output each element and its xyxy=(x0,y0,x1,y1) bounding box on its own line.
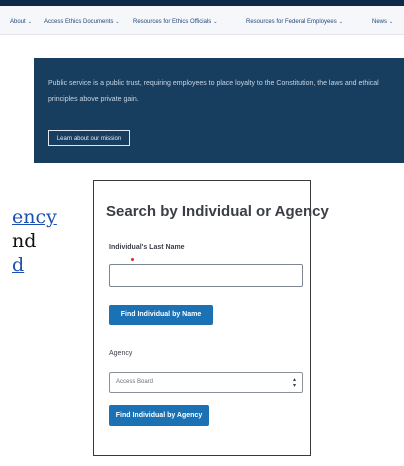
last-name-label: Individual's Last Name xyxy=(109,244,185,251)
nav-item-news[interactable]: News ⌄ xyxy=(372,19,393,25)
hero-banner: Public service is a public trust, requir… xyxy=(34,58,404,163)
nav-item-label: Resources for Ethics Officials xyxy=(133,19,212,25)
side-link-agency[interactable]: ency xyxy=(12,205,57,229)
agency-label: Agency xyxy=(109,350,132,357)
nav-item-resources-ethics-officials[interactable]: Resources for Ethics Officials ⌄ xyxy=(133,19,217,25)
nav-item-label: Resources for Federal Employees xyxy=(246,19,337,25)
learn-mission-button[interactable]: Learn about our mission xyxy=(48,130,130,146)
nav-item-access-ethics-documents[interactable]: Access Ethics Documents ⌄ xyxy=(44,19,120,25)
nav-item-label: About xyxy=(10,19,26,25)
oge-website-screenshot: About ⌄ Access Ethics Documents ⌄ Resource… xyxy=(0,0,404,163)
last-name-input[interactable] xyxy=(109,264,303,287)
hero-text: Public service is a public trust, requir… xyxy=(48,80,379,103)
side-text-and: nd xyxy=(12,230,37,252)
nav-item-label: News xyxy=(372,19,388,25)
select-arrows-icon: ▴ ▾ xyxy=(292,377,296,389)
find-by-agency-button[interactable]: Find Individual by Agency xyxy=(109,405,209,426)
card-title: Search by Individual or Agency xyxy=(106,203,329,220)
chevron-down-icon: ⌄ xyxy=(389,19,394,25)
side-link-partial[interactable]: d xyxy=(12,253,24,277)
chevron-down-icon: ⌄ xyxy=(338,19,343,25)
agency-select[interactable]: Access Board ▴ ▾ xyxy=(109,372,303,393)
nav-item-resources-federal-employees[interactable]: Resources for Federal Employees ⌄ xyxy=(246,19,343,25)
agency-selected-value: Access Board xyxy=(116,379,154,385)
partial-body-text: ency nd d xyxy=(0,205,90,305)
agency-label-text: Agency xyxy=(109,350,133,357)
chevron-down-icon: ⌄ xyxy=(27,19,32,25)
chevron-down-icon: ⌄ xyxy=(213,19,218,25)
nav-item-label: Access Ethics Documents xyxy=(44,19,114,25)
main-nav: About ⌄ Access Ethics Documents ⌄ Resource… xyxy=(0,6,404,35)
chevron-down-icon: ⌄ xyxy=(115,19,120,25)
find-by-name-button[interactable]: Find Individual by Name xyxy=(109,305,213,325)
search-card: Search by Individual or Agency Individua… xyxy=(93,180,329,456)
nav-item-about[interactable]: About ⌄ xyxy=(10,19,32,25)
required-marker xyxy=(131,258,134,261)
